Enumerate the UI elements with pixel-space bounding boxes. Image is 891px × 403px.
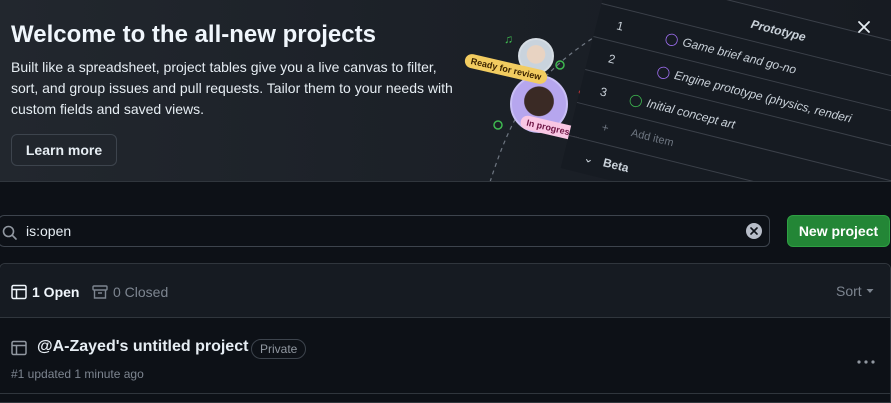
tab-open-label: 1 Open <box>32 284 80 300</box>
project-meta: #1 updated 1 minute ago <box>11 367 144 381</box>
list-header: 1 Open 0 Closed Sort <box>0 264 890 318</box>
banner-illustration: Ready for review In progress ❤ ❤ ♫ Proto… <box>463 0 891 181</box>
visibility-badge: Private <box>251 339 307 359</box>
close-banner-button[interactable] <box>852 15 876 39</box>
welcome-banner: Welcome to the all-new projects Built li… <box>0 0 891 182</box>
tab-open[interactable]: 1 Open <box>11 282 79 302</box>
sort-dropdown[interactable]: Sort <box>836 283 874 299</box>
clear-icon <box>750 227 758 235</box>
music-note-icon: ♫ <box>504 32 513 46</box>
project-row: @A-Zayed's untitled project Private #1 u… <box>0 318 890 394</box>
search-icon <box>2 225 17 240</box>
banner-description: Built like a spreadsheet, project tables… <box>11 59 453 117</box>
banner-title: Welcome to the all-new projects <box>11 21 376 48</box>
tab-closed[interactable]: 0 Closed <box>92 282 168 302</box>
illustration-board: Prototype 1 ◯ Game brief and go-no 2 ◯ E… <box>550 0 891 181</box>
plus-icon: + <box>600 119 611 136</box>
kebab-horizontal-icon <box>857 360 875 364</box>
chevron-down-icon: ⌄ <box>582 150 596 167</box>
sort-label: Sort <box>836 283 862 299</box>
clear-search-button[interactable] <box>746 223 762 239</box>
search-input[interactable] <box>26 216 726 246</box>
circle-icon: ◯ <box>655 63 672 81</box>
archive-icon <box>92 285 108 299</box>
tab-closed-label: 0 Closed <box>113 284 169 300</box>
new-project-button[interactable]: New project <box>787 215 890 247</box>
project-title-link[interactable]: @A-Zayed's untitled project <box>37 338 248 356</box>
circle-icon: ◯ <box>663 30 681 48</box>
board-group-label: Prototype <box>749 16 808 45</box>
table-icon <box>11 284 27 300</box>
table-icon <box>11 340 27 356</box>
caret-down-icon <box>866 289 874 293</box>
project-options-button[interactable] <box>856 354 876 370</box>
project-list: 1 Open 0 Closed Sort @A-Zayed's untitled… <box>0 263 891 403</box>
circle-icon: ◯ <box>627 91 645 109</box>
close-icon <box>858 21 870 33</box>
learn-more-button[interactable]: Learn more <box>11 134 117 166</box>
